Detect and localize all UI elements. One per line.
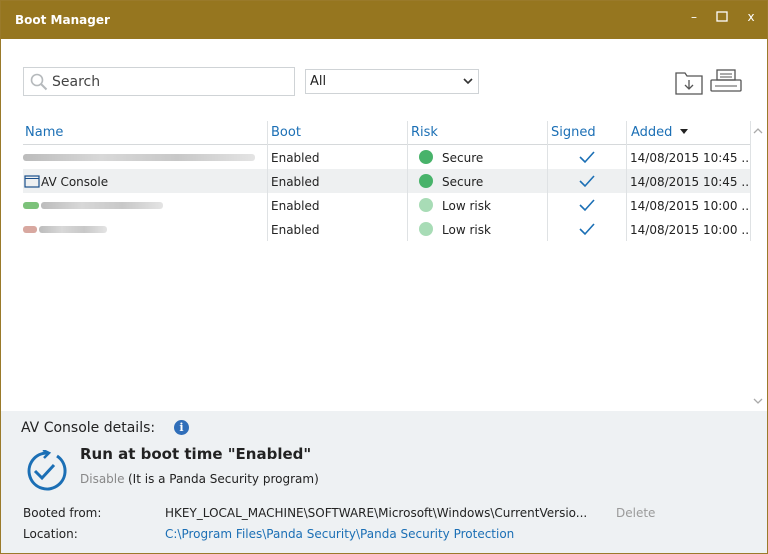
table-header: Name Boot Risk Signed Added bbox=[23, 119, 751, 145]
window-title: Boot Manager bbox=[15, 13, 110, 27]
chevron-down-icon bbox=[463, 78, 473, 85]
column-divider bbox=[750, 121, 751, 241]
window-app-icon bbox=[24, 175, 40, 188]
column-header-added[interactable]: Added bbox=[631, 125, 672, 140]
export-folder-icon[interactable] bbox=[674, 68, 704, 96]
column-header-boot[interactable]: Boot bbox=[271, 125, 301, 140]
row-risk: Secure bbox=[442, 175, 484, 189]
risk-status-dot bbox=[419, 150, 433, 164]
row-added: 14/08/2015 10:45 ... bbox=[630, 175, 750, 189]
column-header-name[interactable]: Name bbox=[25, 125, 63, 140]
row-name: AV Console bbox=[41, 175, 109, 189]
signed-check-icon bbox=[579, 223, 595, 236]
row-risk: Secure bbox=[442, 151, 484, 165]
booted-from-value: HKEY_LOCAL_MACHINE\SOFTWARE\Microsoft\Wi… bbox=[165, 506, 588, 520]
column-header-risk[interactable]: Risk bbox=[411, 125, 438, 140]
search-icon bbox=[30, 73, 48, 91]
signed-check-icon bbox=[579, 151, 595, 164]
column-divider bbox=[407, 121, 408, 241]
row-boot: Enabled bbox=[271, 223, 320, 237]
delete-link[interactable]: Delete bbox=[616, 506, 655, 520]
table-row[interactable]: Enabled Secure 14/08/2015 10:45 ... bbox=[23, 145, 751, 169]
boot-status-title: Run at boot time "Enabled" bbox=[80, 445, 312, 463]
row-added: 14/08/2015 10:00 ... bbox=[630, 223, 750, 237]
boot-manager-window: Boot Manager – x All Name Boot bbox=[0, 0, 768, 554]
row-name-redacted bbox=[23, 154, 255, 161]
filter-selected-value: All bbox=[310, 74, 327, 89]
filter-dropdown[interactable]: All bbox=[305, 69, 479, 94]
risk-status-dot bbox=[419, 174, 433, 188]
details-panel: AV Console details: i Run at boot time "… bbox=[1, 411, 767, 553]
maximize-button[interactable] bbox=[712, 8, 732, 26]
details-heading: AV Console details: bbox=[21, 420, 156, 436]
scroll-up-arrow-icon[interactable] bbox=[753, 127, 763, 135]
risk-status-dot bbox=[419, 222, 433, 236]
row-boot: Enabled bbox=[271, 151, 320, 165]
signed-check-icon bbox=[579, 175, 595, 188]
row-name-redacted bbox=[39, 226, 107, 233]
table-row[interactable]: Enabled Low risk 14/08/2015 10:00 ... bbox=[23, 193, 751, 217]
search-input[interactable] bbox=[52, 72, 288, 92]
risk-status-dot bbox=[419, 198, 433, 212]
boot-items-table: Name Boot Risk Signed Added Enabled Secu… bbox=[23, 119, 751, 409]
location-link[interactable]: C:\Program Files\Panda Security\Panda Se… bbox=[165, 527, 514, 541]
column-header-signed[interactable]: Signed bbox=[551, 125, 596, 140]
row-boot: Enabled bbox=[271, 199, 320, 213]
column-divider bbox=[626, 121, 627, 241]
booted-from-label: Booted from: bbox=[23, 506, 102, 520]
info-icon[interactable]: i bbox=[174, 420, 189, 435]
location-label: Location: bbox=[23, 527, 78, 541]
scroll-down-arrow-icon[interactable] bbox=[753, 397, 763, 405]
signed-check-icon bbox=[579, 199, 595, 212]
table-row[interactable]: AV Console Enabled Secure 14/08/2015 10:… bbox=[23, 169, 751, 193]
row-added: 14/08/2015 10:00 ... bbox=[630, 199, 750, 213]
row-risk: Low risk bbox=[442, 223, 491, 237]
minimize-button[interactable]: – bbox=[684, 8, 704, 26]
boot-enabled-check-icon bbox=[27, 450, 67, 491]
sort-descending-icon bbox=[680, 129, 688, 134]
row-risk: Low risk bbox=[442, 199, 491, 213]
row-icon-redacted bbox=[23, 202, 39, 209]
search-box[interactable] bbox=[23, 67, 295, 96]
print-icon[interactable] bbox=[709, 68, 743, 96]
row-icon-redacted bbox=[23, 226, 37, 233]
column-divider bbox=[547, 121, 548, 241]
column-divider bbox=[267, 121, 268, 241]
maximize-icon bbox=[716, 11, 728, 22]
row-name-redacted bbox=[41, 202, 163, 209]
title-bar[interactable]: Boot Manager – x bbox=[1, 1, 767, 39]
disable-link[interactable]: Disable bbox=[80, 472, 125, 486]
row-boot: Enabled bbox=[271, 175, 320, 189]
row-added: 14/08/2015 10:45 ... bbox=[630, 151, 750, 165]
disable-note: (It is a Panda Security program) bbox=[128, 472, 319, 486]
close-button[interactable]: x bbox=[741, 8, 761, 26]
table-row[interactable]: Enabled Low risk 14/08/2015 10:00 ... bbox=[23, 217, 751, 241]
